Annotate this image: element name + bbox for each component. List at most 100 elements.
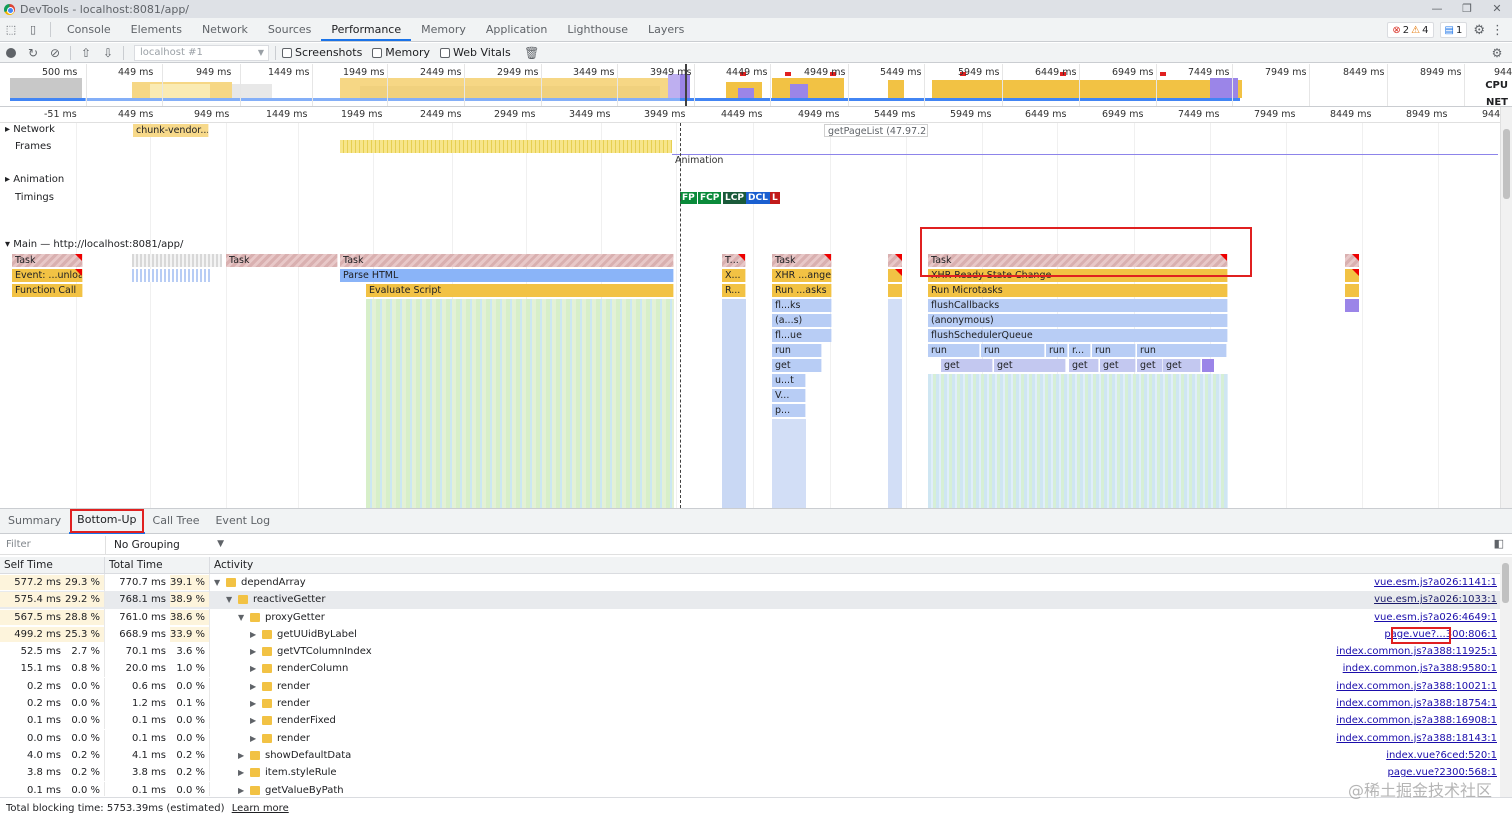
flame-chart[interactable]: ▸ Network Frames ▸ Animation Timings ▾ M… <box>0 123 1500 508</box>
table-row[interactable]: 0.2 ms 0.0 % 0.6 ms 0.0 % ▶ render index.commo… <box>0 677 1500 695</box>
task-event[interactable] <box>1345 254 1359 267</box>
run-event[interactable]: run <box>981 344 1045 357</box>
update-event[interactable]: u...t <box>772 374 806 387</box>
source-link[interactable]: index.common.js?a388:16908:1 <box>1336 712 1497 729</box>
device-toolbar-icon[interactable]: ▯ <box>22 18 44 41</box>
anonymous-event[interactable]: (anonymous) <box>928 314 1228 327</box>
flame-chart-scrollbar[interactable] <box>1500 107 1512 508</box>
xhr-event[interactable]: XHR ...ange <box>772 269 832 282</box>
source-link[interactable]: index.common.js?a388:9580:1 <box>1343 660 1497 677</box>
table-row[interactable]: 567.5 ms 28.8 % 761.0 ms 38.6 % ▼ proxyGetter… <box>0 608 1500 626</box>
learn-more-link[interactable]: Learn more <box>232 803 289 814</box>
flush-scheduler-event[interactable]: flushSchedulerQueue <box>928 329 1228 342</box>
source-link[interactable]: index.common.js?a388:18143:1 <box>1336 730 1497 747</box>
profile-select[interactable]: localhost #1 ▼ <box>134 44 269 61</box>
grouping-select[interactable]: No Grouping ▼ <box>114 539 224 551</box>
expand-right-icon[interactable]: ▶ <box>250 626 256 643</box>
run-microtasks-event[interactable]: R... <box>722 284 746 297</box>
run-event[interactable]: run <box>772 344 822 357</box>
call-stack[interactable] <box>772 419 806 508</box>
inspect-element-icon[interactable]: ⬚ <box>0 18 22 41</box>
network-request-getpagelist[interactable]: getPageList (47.97.22... <box>824 124 928 137</box>
evaluate-script-event[interactable]: Evaluate Script <box>366 284 674 297</box>
flush-scheduler-event[interactable]: fl...ue <box>772 329 832 342</box>
network-track-label[interactable]: ▸ Network <box>5 124 55 135</box>
table-row[interactable]: 499.2 ms 25.3 % 668.9 ms 33.9 % ▶ getUUidByLa… <box>0 625 1500 643</box>
flush-callbacks-event[interactable]: fl...ks <box>772 299 832 312</box>
short-task-stack[interactable] <box>132 254 222 267</box>
tab-call-tree[interactable]: Call Tree <box>145 509 208 533</box>
get-event[interactable]: get <box>1163 359 1201 372</box>
patch-event[interactable]: p... <box>772 404 806 417</box>
tab-lighthouse[interactable]: Lighthouse <box>557 18 638 41</box>
source-link[interactable]: index.common.js?a388:11925:1 <box>1336 643 1497 660</box>
tab-console[interactable]: Console <box>57 18 121 41</box>
web-vitals-checkbox[interactable]: Web Vitals <box>440 46 511 59</box>
table-row[interactable]: 4.0 ms 0.2 % 4.1 ms 0.2 % ▶ showDefaultData in… <box>0 746 1500 764</box>
main-track-label[interactable]: ▾ Main — http://localhost:8081/app/ <box>5 239 183 250</box>
anonymous-event[interactable]: (a...s) <box>772 314 832 327</box>
clear-icon[interactable]: ⊘ <box>44 43 66 63</box>
lcp-marker[interactable]: LCP <box>723 192 746 204</box>
task-event[interactable]: Task <box>772 254 832 267</box>
expand-right-icon[interactable]: ▶ <box>238 782 244 796</box>
short-task-stack[interactable] <box>132 269 212 282</box>
toggle-sidebar-icon[interactable]: ◧ <box>1494 537 1504 550</box>
function-call-event[interactable]: Function Call <box>12 284 83 297</box>
tab-application[interactable]: Application <box>476 18 557 41</box>
capture-settings-gear-icon[interactable]: ⚙ <box>1486 43 1508 63</box>
run-event[interactable]: r... <box>1069 344 1091 357</box>
source-link[interactable]: index.common.js?a388:18754:1 <box>1336 695 1497 712</box>
table-row[interactable]: 3.8 ms 0.2 % 3.8 ms 0.2 % ▶ item.styleRule pag… <box>0 764 1500 782</box>
tab-memory[interactable]: Memory <box>411 18 476 41</box>
tab-layers[interactable]: Layers <box>638 18 694 41</box>
minimize-icon[interactable]: — <box>1422 0 1452 18</box>
messages-counter[interactable]: ▤ 1 <box>1439 22 1468 38</box>
parse-html-event[interactable]: Parse HTML <box>340 269 674 282</box>
more-menu-icon[interactable]: ⋮ <box>1491 23 1504 38</box>
call-stack[interactable] <box>928 374 1228 508</box>
source-link[interactable]: index.vue?6ced:520:1 <box>1386 747 1497 764</box>
close-icon[interactable]: ✕ <box>1482 0 1512 18</box>
expand-down-icon[interactable]: ▼ <box>214 574 220 591</box>
get-event[interactable]: get <box>772 359 822 372</box>
fcp-marker[interactable]: FCP <box>698 192 722 204</box>
source-link[interactable]: vue.esm.js?a026:1141:1 <box>1374 574 1497 591</box>
run-event[interactable]: run <box>1092 344 1136 357</box>
table-row[interactable]: 575.4 ms 29.2 % 768.1 ms 38.9 % ▼ reactiveGet… <box>0 591 1500 609</box>
run-event[interactable]: run <box>1046 344 1068 357</box>
expand-right-icon[interactable]: ▶ <box>250 660 256 677</box>
task-event[interactable] <box>1345 299 1359 312</box>
table-row[interactable]: 15.1 ms 0.8 % 20.0 ms 1.0 % ▶ renderColumn ind… <box>0 660 1500 678</box>
tab-network[interactable]: Network <box>192 18 258 41</box>
garbage-collect-icon[interactable]: 🗑 <box>521 43 543 63</box>
timeline-overview[interactable]: CPU NET 500 ms 449 ms 949 ms 1449 ms 1949 ms… <box>0 64 1512 107</box>
source-link[interactable]: index.common.js?a388:10021:1 <box>1336 678 1497 695</box>
task-event[interactable]: T... <box>722 254 746 267</box>
task-event[interactable] <box>888 269 902 282</box>
task-event[interactable] <box>1345 269 1359 282</box>
tab-event-log[interactable]: Event Log <box>207 509 278 533</box>
table-row[interactable]: 0.1 ms 0.0 % 0.1 ms 0.0 % ▶ renderFixed index.… <box>0 712 1500 730</box>
expand-right-icon[interactable]: ▶ <box>250 678 256 695</box>
task-event[interactable] <box>888 284 902 297</box>
network-request-chunk-vendor[interactable]: chunk-vendor... <box>133 124 209 137</box>
task-event[interactable] <box>1345 284 1359 297</box>
fp-marker[interactable]: FP <box>680 192 697 204</box>
table-row[interactable]: 0.1 ms 0.0 % 0.1 ms 0.0 % ▶ getValueByPath <box>0 781 1500 796</box>
issues-counter[interactable]: ⊗ 2 ⚠ 4 <box>1387 22 1434 38</box>
scrollbar-thumb[interactable] <box>1502 563 1509 603</box>
call-stack[interactable] <box>888 299 902 508</box>
script-call-stacks[interactable] <box>366 299 674 508</box>
expand-right-icon[interactable]: ▶ <box>250 695 256 712</box>
expand-right-icon[interactable]: ▶ <box>250 643 256 660</box>
task-event[interactable]: Task <box>340 254 674 267</box>
filter-input[interactable] <box>0 535 106 554</box>
header-self-time[interactable]: Self Time <box>0 557 105 574</box>
scrollbar-thumb[interactable] <box>1503 129 1510 199</box>
memory-checkbox[interactable]: Memory <box>372 46 430 59</box>
reload-record-button[interactable]: ↻ <box>22 43 44 63</box>
run-microtasks-event[interactable]: Run Microtasks <box>928 284 1228 297</box>
header-activity[interactable]: Activity <box>210 557 1500 574</box>
tab-elements[interactable]: Elements <box>121 18 192 41</box>
